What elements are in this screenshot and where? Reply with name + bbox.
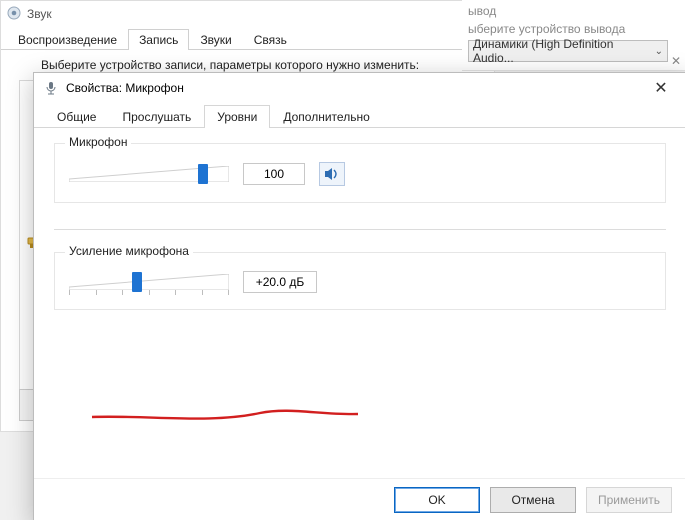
props-close-button[interactable]: ✕: [640, 75, 682, 101]
tab-sounds[interactable]: Звуки: [189, 29, 242, 50]
mic-boost-label: Усиление микрофона: [65, 244, 193, 258]
output-device-selected: Динамики (High Definition Audio...: [473, 37, 655, 65]
mute-toggle-button[interactable]: [319, 162, 345, 186]
tab-levels[interactable]: Уровни: [204, 105, 270, 128]
annotation-red-underline: [90, 409, 360, 427]
output-close-icon[interactable]: ✕: [671, 54, 681, 68]
props-titlebar: Свойства: Микрофон ✕: [34, 73, 685, 103]
mic-level-slider[interactable]: [69, 163, 229, 185]
sound-window-title: Звук: [27, 7, 52, 21]
mic-level-value[interactable]: 100: [243, 163, 305, 185]
tab-advanced[interactable]: Дополнительно: [270, 105, 382, 128]
output-panel: ывод ыберите устройство вывода Динамики …: [462, 0, 685, 71]
microphone-icon: [44, 81, 58, 95]
tab-playback[interactable]: Воспроизведение: [7, 29, 128, 50]
output-device-combo[interactable]: Динамики (High Definition Audio... ⌄: [468, 40, 668, 62]
mic-boost-group: Усиление микрофона +20.0 дБ: [54, 252, 666, 310]
props-button-row: OK Отмена Применить: [34, 478, 685, 520]
ok-button[interactable]: OK: [394, 487, 480, 513]
mic-level-label: Микрофон: [65, 135, 131, 149]
props-title: Свойства: Микрофон: [66, 81, 184, 95]
boost-slider-ticks: [69, 290, 229, 295]
mic-slider-thumb[interactable]: [198, 164, 208, 184]
tab-general[interactable]: Общие: [44, 105, 109, 128]
mic-boost-value[interactable]: +20.0 дБ: [243, 271, 317, 293]
group-separator: [54, 229, 666, 230]
cancel-button[interactable]: Отмена: [490, 487, 576, 513]
speaker-icon: [7, 6, 21, 23]
output-subtitle: ыберите устройство вывода: [462, 18, 685, 38]
sound-tabs: Воспроизведение Запись Звуки Связь: [1, 27, 494, 50]
tab-listen[interactable]: Прослушать: [109, 105, 204, 128]
tab-communications[interactable]: Связь: [243, 29, 298, 50]
chevron-down-icon: ⌄: [655, 46, 663, 57]
sound-titlebar: Звук ✕: [1, 1, 494, 27]
tab-recording[interactable]: Запись: [128, 29, 189, 50]
mic-properties-dialog: Свойства: Микрофон ✕ Общие Прослушать Ур…: [33, 72, 685, 520]
apply-button[interactable]: Применить: [586, 487, 672, 513]
mic-boost-slider[interactable]: [69, 271, 229, 293]
props-tabs: Общие Прослушать Уровни Дополнительно: [34, 103, 685, 128]
props-body: Микрофон 100 Усиление микрофона: [34, 129, 685, 479]
mic-level-group: Микрофон 100: [54, 143, 666, 203]
output-header: ывод: [462, 0, 685, 18]
boost-slider-thumb[interactable]: [132, 272, 142, 292]
